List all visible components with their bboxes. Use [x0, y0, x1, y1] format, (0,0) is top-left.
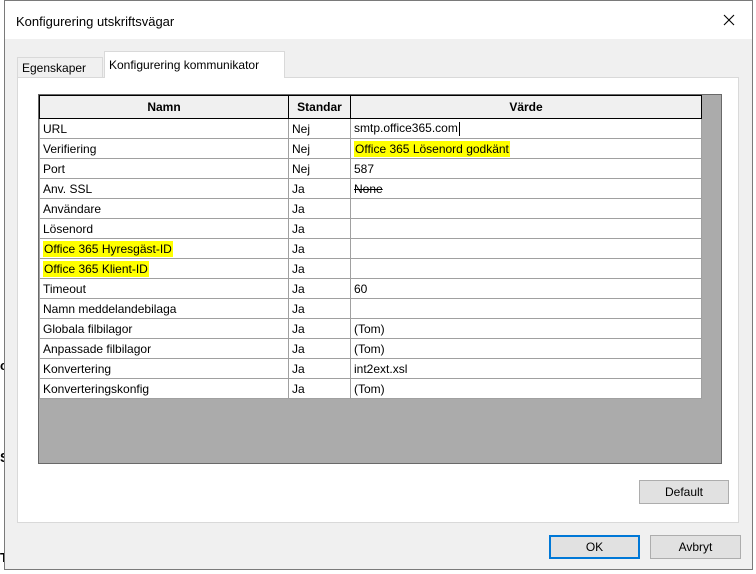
table-row[interactable]: Verifiering Nej Office 365 Lösenord godk…	[39, 138, 702, 159]
title-bar: Konfigurering utskriftsvägar	[5, 1, 752, 39]
ok-button-label: OK	[585, 540, 604, 554]
row-name: URL	[39, 118, 289, 139]
row-value[interactable]: 587	[350, 158, 702, 179]
print-path-config-dialog: Konfigurering utskriftsvägar Egenskaper …	[4, 0, 753, 570]
row-value[interactable]: 60	[350, 278, 702, 299]
row-value[interactable]	[350, 198, 702, 219]
row-default: Ja	[288, 178, 351, 199]
table-row[interactable]: Office 365 Klient-ID Ja	[39, 258, 702, 279]
url-value-edit[interactable]: smtp.office365.com	[354, 121, 458, 135]
ok-button[interactable]: OK	[549, 535, 640, 559]
row-default: Ja	[288, 238, 351, 259]
tab-panel: Namn Standar Värde URL Nej smtp.office36…	[17, 77, 739, 523]
row-name: Namn meddelandebilaga	[39, 298, 289, 319]
row-name: Port	[39, 158, 289, 179]
table-row[interactable]: Namn meddelandebilaga Ja	[39, 298, 702, 319]
row-value[interactable]: (Tom)	[350, 338, 702, 359]
row-name: Office 365 Klient-ID	[39, 258, 289, 279]
table-row[interactable]: Globala filbilagor Ja (Tom)	[39, 318, 702, 339]
row-value[interactable]	[350, 218, 702, 239]
column-header-default[interactable]: Standar	[288, 95, 351, 119]
highlighted-name: Office 365 Hyresgäst-ID	[43, 240, 173, 257]
tab-label: Konfigurering kommunikator	[109, 58, 260, 72]
highlighted-name: Office 365 Klient-ID	[43, 260, 149, 277]
row-name: Användare	[39, 198, 289, 219]
row-value[interactable]	[350, 258, 702, 279]
row-value[interactable]: smtp.office365.com	[350, 118, 702, 139]
property-grid[interactable]: Namn Standar Värde URL Nej smtp.office36…	[38, 94, 722, 464]
default-button[interactable]: Default	[639, 480, 729, 504]
table-row[interactable]: Lösenord Ja	[39, 218, 702, 239]
row-default: Ja	[288, 338, 351, 359]
header-row: Namn Standar Värde	[39, 95, 702, 119]
table-row[interactable]: Användare Ja	[39, 198, 702, 219]
table-row[interactable]: Anpassade filbilagor Ja (Tom)	[39, 338, 702, 359]
cancel-button-label: Avbryt	[678, 540, 713, 554]
row-name: Konverteringskonfig	[39, 378, 289, 399]
highlighted-value: Office 365 Lösenord godkänt	[354, 140, 510, 157]
table-row[interactable]: Anv. SSL Ja None	[39, 178, 702, 199]
row-default: Nej	[288, 158, 351, 179]
text-cursor	[458, 121, 460, 136]
row-name: Anpassade filbilagor	[39, 338, 289, 359]
row-default: Ja	[288, 198, 351, 219]
row-default: Nej	[288, 138, 351, 159]
row-value[interactable]: int2ext.xsl	[350, 358, 702, 379]
tab-communicator-config[interactable]: Konfigurering kommunikator	[104, 51, 285, 78]
tab-label: Egenskaper	[22, 60, 87, 75]
row-value[interactable]: None	[350, 178, 702, 199]
row-value[interactable]: (Tom)	[350, 378, 702, 399]
row-default: Nej	[288, 118, 351, 139]
table-row[interactable]: Port Nej 587	[39, 158, 702, 179]
row-value[interactable]	[350, 238, 702, 259]
column-header-value[interactable]: Värde	[350, 95, 702, 119]
row-name: Globala filbilagor	[39, 318, 289, 339]
property-table: Namn Standar Värde URL Nej smtp.office36…	[39, 95, 702, 399]
row-value[interactable]: (Tom)	[350, 318, 702, 339]
table-row[interactable]: URL Nej smtp.office365.com	[39, 118, 702, 139]
row-default: Ja	[288, 378, 351, 399]
row-name: Lösenord	[39, 218, 289, 239]
row-default: Ja	[288, 258, 351, 279]
row-name: Timeout	[39, 278, 289, 299]
tab-properties[interactable]: Egenskaper	[17, 57, 103, 77]
row-default: Ja	[288, 218, 351, 239]
table-row[interactable]: Konverteringskonfig Ja (Tom)	[39, 378, 702, 399]
row-name: Konvertering	[39, 358, 289, 379]
row-default: Ja	[288, 318, 351, 339]
row-default: Ja	[288, 358, 351, 379]
row-name: Office 365 Hyresgäst-ID	[39, 238, 289, 259]
row-value[interactable]: Office 365 Lösenord godkänt	[350, 138, 702, 159]
cancel-button[interactable]: Avbryt	[650, 535, 741, 559]
row-default: Ja	[288, 278, 351, 299]
row-value[interactable]	[350, 298, 702, 319]
row-name: Anv. SSL	[39, 178, 289, 199]
close-button[interactable]	[706, 1, 752, 39]
row-default: Ja	[288, 298, 351, 319]
table-row[interactable]: Timeout Ja 60	[39, 278, 702, 299]
close-icon	[723, 14, 735, 26]
default-button-label: Default	[664, 485, 704, 499]
table-row[interactable]: Konvertering Ja int2ext.xsl	[39, 358, 702, 379]
dialog-title: Konfigurering utskriftsvägar	[16, 14, 175, 29]
row-name: Verifiering	[39, 138, 289, 159]
column-header-name[interactable]: Namn	[39, 95, 289, 119]
table-row[interactable]: Office 365 Hyresgäst-ID Ja	[39, 238, 702, 259]
struck-value: None	[354, 181, 383, 196]
